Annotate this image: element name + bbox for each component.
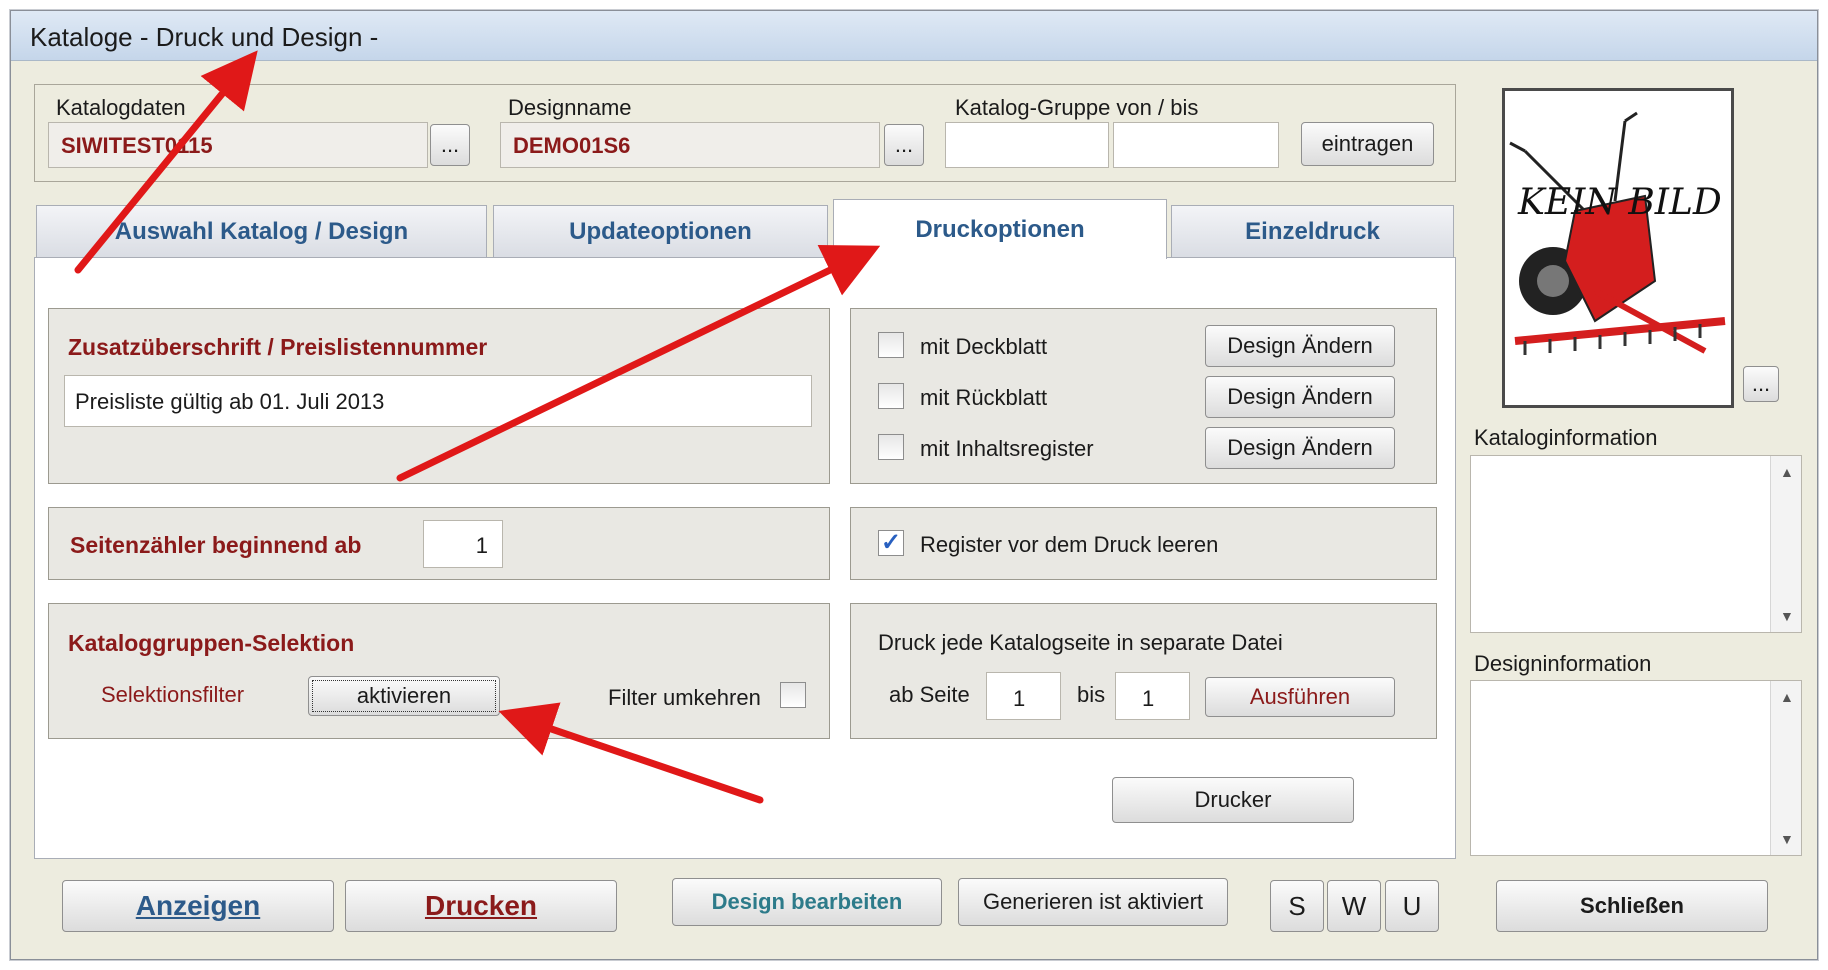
arrow-to-druckoptionen-tab — [396, 244, 881, 482]
arrow-to-title — [74, 50, 258, 274]
arrow-to-aktivieren — [498, 702, 764, 804]
annotation-arrows — [74, 50, 881, 804]
